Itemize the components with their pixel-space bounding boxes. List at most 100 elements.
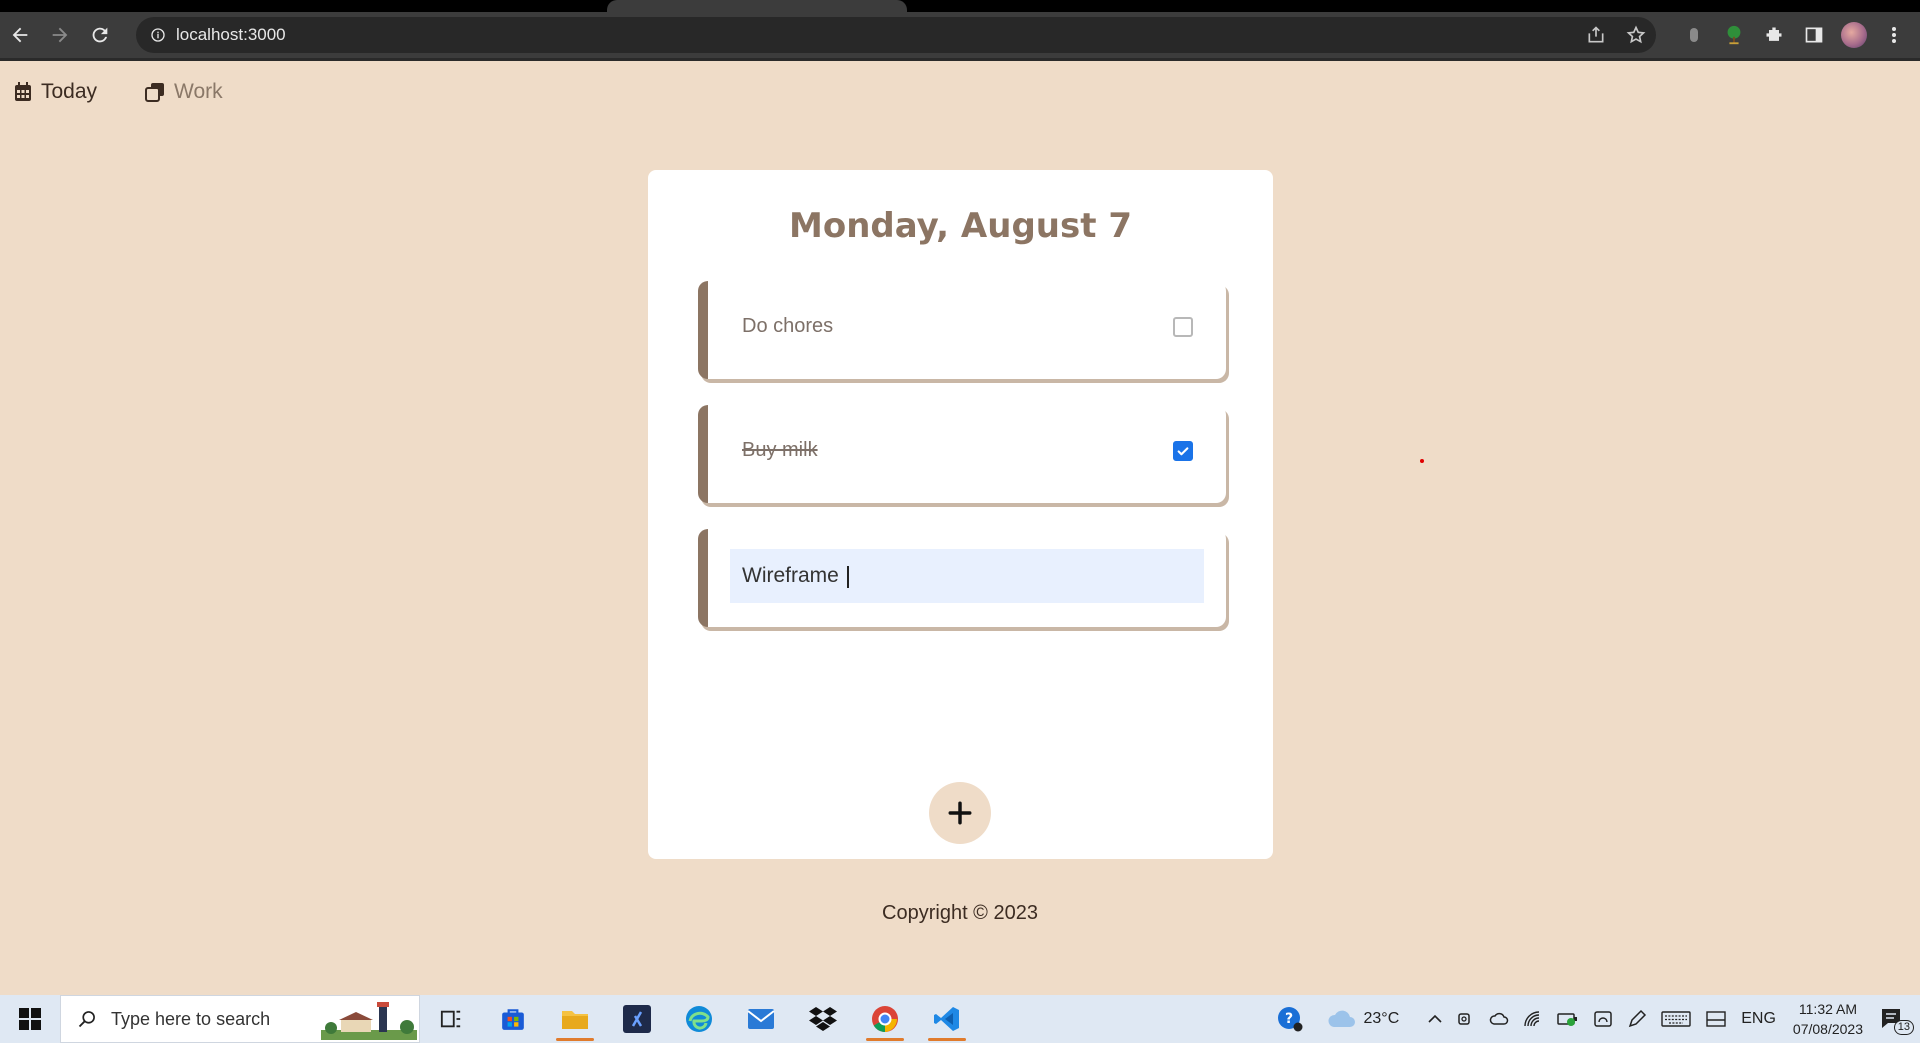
store-app[interactable] (482, 995, 544, 1043)
search-icon (78, 1011, 95, 1028)
page-top-divider (0, 58, 1920, 61)
wifi-icon (1524, 1011, 1540, 1027)
windows-logo-icon (19, 1008, 41, 1030)
touch-keyboard-button[interactable] (1654, 995, 1698, 1043)
onedrive-button[interactable] (1482, 995, 1516, 1043)
clock[interactable]: 11:32 AM 07/08/2023 (1783, 999, 1873, 1039)
checkmark-icon (1177, 447, 1189, 456)
start-button[interactable] (0, 995, 60, 1043)
dropbox-app[interactable] (792, 995, 854, 1043)
settings-tray-button[interactable] (1586, 995, 1620, 1043)
nav-today-link[interactable]: Today (14, 80, 97, 104)
todo-checkbox[interactable] (1173, 317, 1193, 337)
task-view-button[interactable] (420, 995, 482, 1043)
weather-widget[interactable]: 23°C (1310, 995, 1407, 1043)
forward-button[interactable] (40, 15, 80, 55)
share-button[interactable] (1576, 17, 1616, 53)
camera-icon (1458, 1013, 1470, 1025)
vscode-icon (934, 1007, 959, 1031)
visual-studio-app[interactable] (606, 995, 668, 1043)
task-view-icon (440, 1010, 461, 1028)
profile-button[interactable] (1834, 15, 1874, 55)
footer-copyright: Copyright © 2023 (882, 902, 1038, 924)
cloud-sync-icon (1490, 1012, 1509, 1025)
search-placeholder[interactable]: Type here to search (111, 1009, 270, 1030)
todo-edit-input[interactable] (730, 549, 1204, 603)
active-tab[interactable] (607, 0, 907, 12)
svg-text:?: ? (1284, 1011, 1292, 1027)
clock-date: 07/08/2023 (1792, 1021, 1863, 1037)
todo-item[interactable]: Do chores (698, 281, 1226, 379)
bookmark-button[interactable] (1616, 17, 1656, 53)
browser-tab-strip (0, 0, 1920, 12)
star-icon (1626, 25, 1646, 44)
cursor-dot (1420, 459, 1424, 463)
browser-toolbar: localhost:3000 (0, 12, 1920, 58)
language-indicator[interactable]: ENG (1734, 995, 1783, 1043)
address-bar[interactable]: localhost:3000 (136, 17, 1656, 53)
wifi-button[interactable] (1516, 995, 1550, 1043)
battery-button[interactable] (1550, 995, 1586, 1043)
todo-item[interactable]: Buy milk (698, 405, 1226, 503)
side-panel-button[interactable] (1794, 15, 1834, 55)
todo-card: Monday, August 7 Do chores Buy milk (648, 170, 1273, 859)
extension-button[interactable] (1674, 15, 1714, 55)
info-icon[interactable] (150, 27, 166, 43)
url-text[interactable]: localhost:3000 (176, 25, 286, 45)
chrome-app[interactable] (854, 995, 916, 1043)
cloud-icon (1327, 1010, 1355, 1027)
vs-app-icon (623, 1005, 651, 1033)
chrome-icon (872, 1006, 898, 1032)
side-panel-icon (1805, 27, 1823, 43)
date-title: Monday, August 7 (789, 206, 1132, 246)
vscode-app[interactable] (916, 995, 978, 1043)
clock-time: 11:32 AM (1798, 1001, 1858, 1017)
app-nav: Today Work (14, 80, 223, 104)
reload-icon (92, 27, 108, 43)
nav-work-link[interactable]: Work (145, 80, 223, 104)
menu-button[interactable] (1874, 15, 1914, 55)
back-arrow-icon (12, 27, 28, 43)
nav-today-label[interactable]: Today (41, 80, 97, 104)
todo-text[interactable]: Do chores (742, 315, 833, 338)
extension-icon (1690, 28, 1698, 42)
text-caret (847, 566, 849, 588)
tree-icon (1727, 25, 1741, 45)
store-icon (502, 1009, 524, 1030)
back-button[interactable] (0, 15, 40, 55)
reload-button[interactable] (80, 15, 120, 55)
system-tray: ? 23°C ENG 11:32 AM 07/08/2023 13 (1270, 995, 1920, 1043)
help-button[interactable]: ? (1270, 995, 1310, 1043)
dashboard-icon (1594, 1011, 1612, 1027)
pen-icon (1629, 1009, 1647, 1028)
kebab-menu-icon (1892, 27, 1896, 43)
todo-checkbox[interactable] (1173, 441, 1193, 461)
todo-item-editing[interactable] (698, 529, 1226, 627)
meet-button[interactable] (1450, 995, 1482, 1043)
pen-button[interactable] (1620, 995, 1654, 1043)
mail-icon (747, 1009, 775, 1029)
chevron-up-icon (1428, 1014, 1442, 1023)
show-hidden-icons-button[interactable] (1420, 995, 1450, 1043)
display-button[interactable] (1698, 995, 1734, 1043)
taskbar-search[interactable]: Type here to search (60, 995, 420, 1043)
display-icon (1706, 1011, 1726, 1027)
puzzle-icon (1766, 27, 1782, 41)
calendar-icon (15, 82, 31, 101)
notification-count-badge: 13 (1893, 1020, 1914, 1035)
windows-taskbar: Type here to search ? 23°C ENG 11:32 AM … (0, 995, 1920, 1043)
tree-extension-button[interactable] (1714, 15, 1754, 55)
mail-app[interactable] (730, 995, 792, 1043)
add-todo-button[interactable] (929, 782, 991, 844)
nav-work-label[interactable]: Work (174, 80, 223, 104)
notifications-button[interactable]: 13 (1873, 995, 1920, 1043)
extensions-button[interactable] (1754, 15, 1794, 55)
todo-text[interactable]: Buy milk (742, 439, 818, 462)
keyboard-icon (1661, 1011, 1691, 1027)
dropbox-icon (809, 1007, 837, 1031)
folder-icon (562, 1011, 588, 1029)
weather-temperature[interactable]: 23°C (1364, 1010, 1400, 1028)
battery-icon (1557, 1013, 1578, 1026)
file-explorer-app[interactable] (544, 995, 606, 1043)
edge-app[interactable] (668, 995, 730, 1043)
